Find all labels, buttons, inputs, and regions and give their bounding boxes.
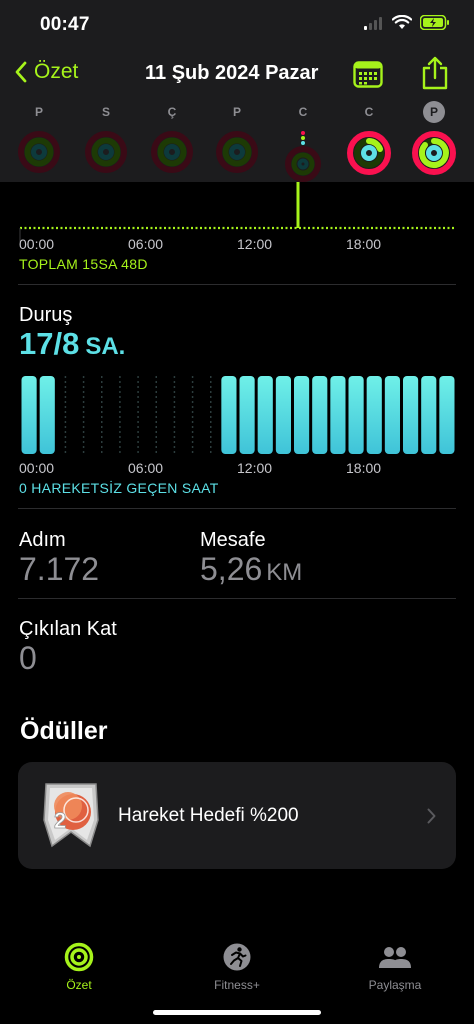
day-letter: P xyxy=(34,105,43,119)
stand-hours-chart xyxy=(21,376,455,454)
day-item-today[interactable]: P xyxy=(409,101,459,176)
tab-sharing-label: Paylaşma xyxy=(368,978,422,992)
tab-summary[interactable]: Özet xyxy=(19,942,139,992)
stand-footer: 0 HAREKETSİZ GEÇEN SAAT xyxy=(19,480,219,496)
activity-rings-icon xyxy=(216,131,258,173)
stand-hour-bar xyxy=(384,376,400,454)
award-card[interactable]: 2 Hareket Hedefi %200 xyxy=(18,762,456,869)
stand-hour-bar xyxy=(421,376,437,454)
stand-title: Duruş xyxy=(19,304,73,326)
steps-label: Adım xyxy=(19,529,66,551)
tab-bar: Özet Fitness+ Paylaşma xyxy=(0,924,474,1024)
running-figure-icon xyxy=(223,943,251,971)
stand-hour-bar xyxy=(366,376,382,454)
day-item[interactable]: C xyxy=(278,102,328,182)
day-letter: Ç xyxy=(167,105,177,119)
activity-rings-icon xyxy=(412,131,456,175)
tick-label: 12:00 xyxy=(237,460,273,476)
stand-hour-bar xyxy=(312,376,328,454)
distance-number: 5,26 xyxy=(200,551,263,587)
floors-label: Çıkılan Kat xyxy=(19,618,117,640)
distance-value: 5,26 KM xyxy=(200,551,302,588)
stand-hour-bar xyxy=(257,376,273,454)
divider xyxy=(18,598,456,599)
stand-hour-bar xyxy=(403,376,419,454)
tab-fitness-label: Fitness+ xyxy=(214,978,260,992)
stand-value-number: 17/8 xyxy=(19,326,80,361)
day-letter: P xyxy=(232,105,241,119)
tab-sharing[interactable]: Paylaşma xyxy=(335,942,455,992)
tick-label: 06:00 xyxy=(128,460,164,476)
stand-hour-bar xyxy=(330,376,346,454)
tick-label: 18:00 xyxy=(346,236,382,252)
home-indicator xyxy=(153,1010,321,1015)
floors-value: 0 xyxy=(19,640,37,676)
day-letter: P xyxy=(423,101,445,123)
day-letter: S xyxy=(101,105,110,119)
stand-value-unit: SA. xyxy=(85,333,126,360)
day-letter-wrap: P xyxy=(409,101,459,123)
wifi-icon xyxy=(392,15,412,29)
tick-label: 12:00 xyxy=(237,236,273,252)
status-bar: 00:47 xyxy=(0,0,474,50)
tick-label: 06:00 xyxy=(128,236,164,252)
stand-value: 17/8 SA. xyxy=(19,326,125,362)
activity-rings-icon xyxy=(347,131,391,175)
stand-hour-bar xyxy=(294,376,310,454)
activity-rings-icon xyxy=(85,131,127,173)
stand-hour-bar xyxy=(275,376,291,454)
share-icon xyxy=(422,56,448,90)
divider xyxy=(18,508,456,509)
awards-title: Ödüller xyxy=(20,717,108,745)
status-icons xyxy=(364,15,450,30)
divider xyxy=(18,284,456,285)
week-strip: P S Ç P C C P xyxy=(0,101,474,182)
svg-text:2: 2 xyxy=(54,808,66,833)
status-time: 00:47 xyxy=(40,14,90,35)
back-button[interactable]: Özet xyxy=(14,60,78,84)
exercise-total: TOPLAM 15SA 48D xyxy=(19,256,148,272)
stand-hour-bar xyxy=(221,376,237,454)
day-item[interactable]: Ç xyxy=(147,102,197,174)
calendar-icon xyxy=(353,61,383,88)
signal-icon xyxy=(364,16,382,30)
activity-rings-tab-icon xyxy=(64,942,94,972)
stand-hour-bar xyxy=(239,376,255,454)
stand-hour-bar xyxy=(21,376,37,454)
chevron-left-icon xyxy=(15,61,27,83)
share-button[interactable] xyxy=(421,56,449,95)
tab-fitness-plus[interactable]: Fitness+ xyxy=(177,942,297,992)
tick-label: 00:00 xyxy=(19,460,55,476)
activity-rings-icon xyxy=(18,131,60,173)
chevron-right-icon xyxy=(427,808,436,824)
tick-label: 00:00 xyxy=(19,236,55,252)
steps-value: 7.172 xyxy=(19,551,100,587)
tab-summary-label: Özet xyxy=(66,978,92,992)
distance-label: Mesafe xyxy=(200,529,266,551)
award-label: Hareket Hedefi %200 xyxy=(118,805,299,826)
page-title: 11 Şub 2024 Pazar xyxy=(145,62,319,84)
stand-hour-bar xyxy=(439,376,455,454)
day-letter-text: C xyxy=(298,105,308,119)
back-label: Özet xyxy=(34,60,79,83)
stand-hour-bar xyxy=(348,376,364,454)
day-letter: C xyxy=(364,105,374,119)
day-letter: C xyxy=(278,102,328,122)
day-item[interactable]: P xyxy=(212,102,262,174)
tick-label: 18:00 xyxy=(346,460,382,476)
day-item[interactable]: P xyxy=(14,102,64,174)
people-icon xyxy=(379,947,411,968)
battery-icon xyxy=(420,15,449,30)
stand-hour-bar xyxy=(39,376,55,454)
day-item[interactable]: S xyxy=(81,102,131,174)
exercise-timeline-chart xyxy=(19,182,456,242)
activity-rings-icon xyxy=(285,131,321,182)
distance-unit: KM xyxy=(266,559,303,586)
day-item[interactable]: C xyxy=(344,102,394,176)
award-badge-icon: 2 xyxy=(43,783,99,848)
calendar-button[interactable] xyxy=(353,60,383,93)
activity-rings-icon xyxy=(151,131,193,173)
